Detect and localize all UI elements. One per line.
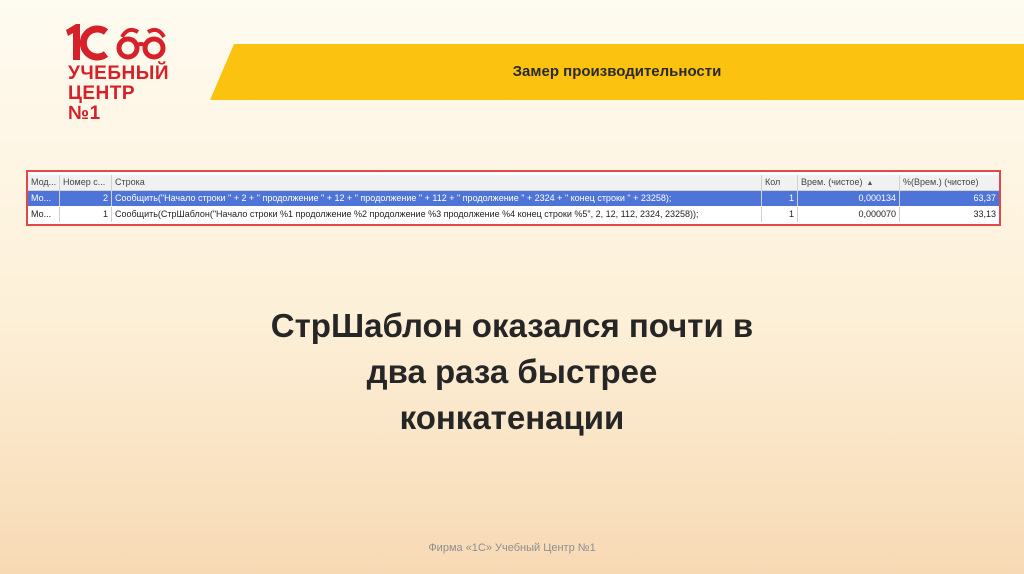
column-header-time-net[interactable]: Врем. (чистое) ▲ xyxy=(798,175,900,190)
title-banner: Замер производительности xyxy=(210,44,1024,100)
table-header: Мод... Номер с... Строка Кол Врем. (чист… xyxy=(28,175,999,191)
table-row[interactable]: Мо... 1 Сообщить(СтрШаблон("Начало строк… xyxy=(28,207,999,222)
page-title: Замер производительности xyxy=(512,63,722,80)
footer-text: Фирма «1С» Учебный Центр №1 xyxy=(428,542,596,554)
main-line1: СтрШаблон оказался почти в xyxy=(270,307,754,344)
sort-ascending-icon: ▲ xyxy=(866,180,874,187)
logo: УЧЕБНЫЙ ЦЕНТР №1 xyxy=(62,22,172,124)
main-line3: конкатенации xyxy=(399,399,625,436)
performance-table: Мод... Номер с... Строка Кол Врем. (чист… xyxy=(26,170,1001,226)
logo-line2: ЦЕНТР №1 xyxy=(68,83,136,124)
cell-count: 1 xyxy=(762,207,798,222)
cell-count: 1 xyxy=(762,191,798,206)
cell-line: Сообщить("Начало строки " + 2 + " продол… xyxy=(112,191,762,206)
table-row[interactable]: Мо... 2 Сообщить("Начало строки " + 2 + … xyxy=(28,191,999,206)
column-header-time-percent[interactable]: %(Врем.) (чистое) xyxy=(900,175,999,190)
logo-1c-glasses-icon xyxy=(66,24,166,61)
cell-time-percent: 33,13 xyxy=(973,209,996,219)
cell-time-net: 0,000134 xyxy=(798,191,900,206)
cell-module: Мо... xyxy=(28,207,60,222)
column-header-count[interactable]: Кол xyxy=(762,175,798,190)
main-statement: СтрШаблон оказался почти в два раза быст… xyxy=(200,303,824,441)
main-line2: два раза быстрее xyxy=(366,353,658,390)
cell-line: Сообщить(СтрШаблон("Начало строки %1 про… xyxy=(112,207,762,222)
cell-time-percent: 63,37 xyxy=(973,193,996,203)
cell-module: Мо... xyxy=(28,191,60,206)
column-header-time-net-label: Врем. (чистое) xyxy=(801,177,863,187)
column-header-line[interactable]: Строка xyxy=(112,175,762,190)
column-header-line-number[interactable]: Номер с... xyxy=(60,175,112,190)
cell-line-number: 2 xyxy=(60,191,112,206)
logo-line1: УЧЕБНЫЙ xyxy=(68,63,169,84)
logo-text: УЧЕБНЫЙ ЦЕНТР №1 xyxy=(68,64,172,124)
cell-line-number: 1 xyxy=(60,207,112,222)
cell-time-net: 0,000070 xyxy=(798,207,900,222)
column-header-module[interactable]: Мод... xyxy=(28,175,60,190)
